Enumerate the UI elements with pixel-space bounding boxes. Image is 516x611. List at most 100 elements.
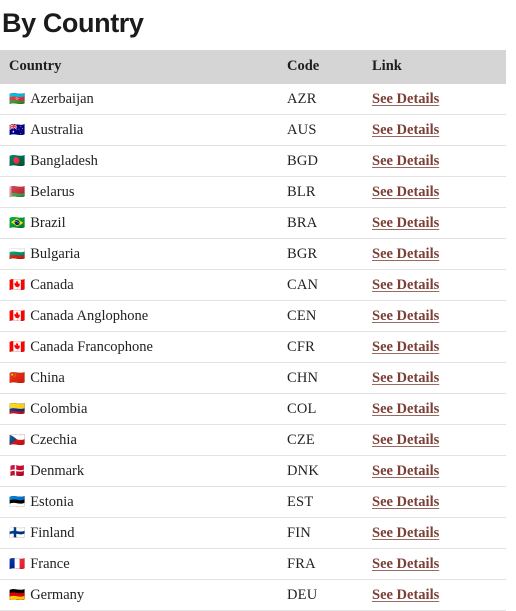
see-details-link[interactable]: See Details (372, 184, 439, 200)
cell-country-code: CHN (287, 369, 319, 386)
cell-country: 🇦🇺 Australia (0, 115, 285, 146)
cell-country-code: CAN (287, 276, 319, 293)
flag-canada-icon: 🇨🇦 (9, 308, 26, 324)
country-name: Denmark (30, 462, 85, 479)
table-row: 🇧🇷 Brazil BRA See Details (0, 207, 506, 239)
cell-link: See Details (370, 425, 506, 456)
cell-country-code: AUS (287, 121, 317, 138)
see-details-link[interactable]: See Details (372, 401, 439, 417)
table-row: 🇨🇦 Canada Anglophone CEN See Details (0, 300, 506, 332)
table-row: 🇧🇩 Bangladesh BGD See Details (0, 145, 506, 177)
cell-country-code: BRA (287, 214, 318, 231)
cell-country-code: EST (287, 493, 314, 510)
see-details-link[interactable]: See Details (372, 587, 439, 603)
flag-canada-icon: 🇨🇦 (9, 339, 26, 355)
country-table-container: Country Code Link 🇦🇿 Azerbaijan AZR See Det… (0, 50, 506, 611)
cell-country-code: DNK (287, 462, 320, 479)
table-row: 🇧🇾 Belarus BLR See Details (0, 176, 506, 208)
country-name: Czechia (30, 431, 77, 448)
table-row: 🇫🇷 France FRA See Details (0, 548, 506, 580)
country-name: Belarus (30, 183, 75, 200)
country-name: Brazil (30, 214, 66, 231)
see-details-link[interactable]: See Details (372, 91, 439, 107)
flag-france-icon: 🇫🇷 (9, 556, 26, 572)
cell-link: See Details (370, 115, 506, 146)
flag-azerbaijan-icon: 🇦🇿 (9, 91, 26, 107)
country-name: Estonia (30, 493, 74, 510)
cell-link: See Details (370, 549, 506, 580)
cell-link: See Details (370, 239, 506, 270)
cell-country: 🇧🇷 Brazil (0, 208, 285, 239)
flag-estonia-icon: 🇪🇪 (9, 494, 26, 510)
cell-link: See Details (370, 208, 506, 239)
flag-finland-icon: 🇫🇮 (9, 525, 26, 541)
table-row: 🇪🇪 Estonia EST See Details (0, 486, 506, 518)
cell-country: 🇩🇰 Denmark (0, 456, 285, 487)
country-name: Azerbaijan (30, 90, 94, 107)
country-name: Bulgaria (30, 245, 81, 262)
cell-country: 🇩🇪 Germany (0, 580, 285, 611)
table-row: 🇨🇿 Czechia CZE See Details (0, 424, 506, 456)
cell-link: See Details (370, 270, 506, 301)
cell-country: 🇧🇬 Bulgaria (0, 239, 285, 270)
cell-country: 🇦🇿 Azerbaijan (0, 84, 285, 115)
cell-country: 🇨🇦 Canada (0, 270, 285, 301)
country-name: Canada (30, 276, 74, 293)
cell-country-code: CZE (287, 431, 315, 448)
see-details-link[interactable]: See Details (372, 246, 439, 262)
table-row: 🇫🇮 Finland FIN See Details (0, 517, 506, 549)
cell-country: 🇧🇩 Bangladesh (0, 146, 285, 177)
column-header-link: Link (372, 58, 402, 74)
flag-bangladesh-icon: 🇧🇩 (9, 153, 26, 169)
flag-bulgaria-icon: 🇧🇬 (9, 246, 26, 262)
flag-canada-icon: 🇨🇦 (9, 277, 26, 293)
see-details-link[interactable]: See Details (372, 277, 439, 293)
country-table: Country Code Link 🇦🇿 Azerbaijan AZR See Det… (0, 50, 506, 611)
cell-country-code: CFR (287, 338, 316, 355)
cell-link: See Details (370, 518, 506, 549)
cell-country: 🇧🇾 Belarus (0, 177, 285, 208)
table-row: 🇩🇰 Denmark DNK See Details (0, 455, 506, 487)
see-details-link[interactable]: See Details (372, 463, 439, 479)
cell-country: 🇨🇳 China (0, 363, 285, 394)
table-row: 🇩🇪 Germany DEU See Details (0, 579, 506, 611)
cell-country-code: BGR (287, 245, 318, 262)
table-header-row: Country Code Link (0, 50, 506, 84)
table-row: 🇨🇦 Canada CAN See Details (0, 269, 506, 301)
cell-country-code: CEN (287, 307, 317, 324)
country-name: Germany (30, 586, 85, 603)
cell-country: 🇨🇦 Canada Anglophone (0, 301, 285, 332)
see-details-link[interactable]: See Details (372, 525, 439, 541)
see-details-link[interactable]: See Details (372, 432, 439, 448)
see-details-link[interactable]: See Details (372, 339, 439, 355)
flag-denmark-icon: 🇩🇰 (9, 463, 26, 479)
cell-link: See Details (370, 332, 506, 363)
country-name: Finland (30, 524, 75, 541)
cell-link: See Details (370, 363, 506, 394)
flag-czechia-icon: 🇨🇿 (9, 432, 26, 448)
table-row: 🇨🇳 China CHN See Details (0, 362, 506, 394)
flag-china-icon: 🇨🇳 (9, 370, 26, 386)
table-row: 🇧🇬 Bulgaria BGR See Details (0, 238, 506, 270)
see-details-link[interactable]: See Details (372, 556, 439, 572)
see-details-link[interactable]: See Details (372, 153, 439, 169)
cell-link: See Details (370, 456, 506, 487)
cell-country-code: FRA (287, 555, 316, 572)
cell-country: 🇪🇪 Estonia (0, 487, 285, 518)
table-row: 🇦🇺 Australia AUS See Details (0, 114, 506, 146)
table-body: 🇦🇿 Azerbaijan AZR See Details 🇦🇺 Australia AUS… (0, 84, 506, 611)
see-details-link[interactable]: See Details (372, 215, 439, 231)
cell-link: See Details (370, 487, 506, 518)
see-details-link[interactable]: See Details (372, 494, 439, 510)
flag-australia-icon: 🇦🇺 (9, 122, 26, 138)
cell-country-code: BGD (287, 152, 319, 169)
see-details-link[interactable]: See Details (372, 122, 439, 138)
country-name: Bangladesh (30, 152, 98, 169)
cell-country-code: FIN (287, 524, 311, 541)
country-name: Canada Anglophone (30, 307, 149, 324)
table-row: 🇨🇦 Canada Francophone CFR See Details (0, 331, 506, 363)
see-details-link[interactable]: See Details (372, 370, 439, 386)
flag-germany-icon: 🇩🇪 (9, 587, 26, 603)
cell-country-code: COL (287, 400, 317, 417)
see-details-link[interactable]: See Details (372, 308, 439, 324)
